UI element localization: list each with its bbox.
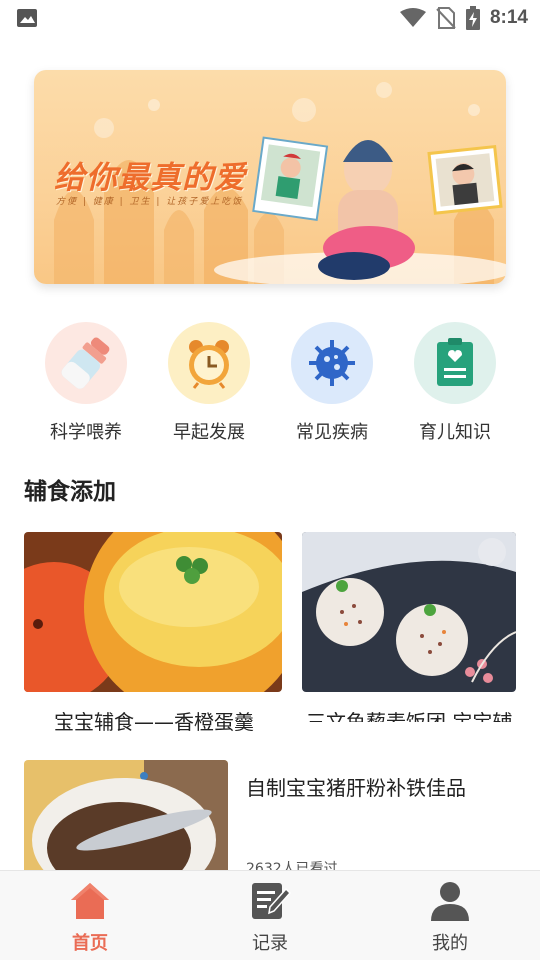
home-icon <box>71 883 109 919</box>
tab-records[interactable]: 记录 <box>210 879 330 955</box>
category-feeding[interactable]: 科学喂养 <box>31 322 141 444</box>
section-title: 辅食添加 <box>24 479 116 505</box>
tab-label: 首页 <box>72 933 108 954</box>
article-title: 自制宝宝猪肝粉补铁佳品 <box>246 776 466 800</box>
recipe-image <box>24 532 282 692</box>
status-time: 8:14 <box>489 7 528 28</box>
tab-label: 记录 <box>252 933 288 954</box>
recipe-image <box>302 532 516 692</box>
no-sim-icon <box>436 7 456 29</box>
promo-banner[interactable]: 给你最真的爱 方便 | 健康 | 卫生 | 让孩子爱上吃饭 <box>34 70 506 284</box>
article-list-item[interactable]: 自制宝宝猪肝粉补铁佳品 2632人已看过 <box>24 760 540 877</box>
tab-profile[interactable]: 我的 <box>390 879 510 955</box>
category-label: 常见疾病 <box>296 422 368 443</box>
banner-subtitle: 方便 | 健康 | 卫生 | 让孩子爱上吃饭 <box>56 197 244 207</box>
category-label: 早起发展 <box>173 422 245 443</box>
category-knowledge[interactable]: 育儿知识 <box>400 322 510 444</box>
recipe-title: 宝宝辅食——香橙蛋羹 <box>54 710 254 734</box>
recipe-card[interactable]: 宝宝辅食——香橙蛋羹 <box>24 532 282 734</box>
status-icons: 8:14 <box>399 5 528 31</box>
category-grid: 科学喂养 早起发展 常见疾病 育儿知识 <box>0 322 540 444</box>
edit-note-icon <box>252 883 292 919</box>
category-development[interactable]: 早起发展 <box>154 322 264 444</box>
wifi-icon <box>399 8 426 27</box>
tab-label: 我的 <box>432 933 468 954</box>
virus-icon <box>291 322 373 404</box>
banner-title: 给你最真的爱 <box>54 160 246 196</box>
recipe-card[interactable]: 三文鱼藜麦饭团 宝宝辅 <box>302 532 516 722</box>
article-image <box>24 760 228 872</box>
recipe-title: 三文鱼藜麦饭团 宝宝辅 <box>306 710 513 722</box>
user-icon <box>431 882 469 921</box>
gallery-notification-icon <box>17 9 37 27</box>
bottom-tab-bar: 首页 记录 我的 <box>0 870 540 960</box>
category-label: 育儿知识 <box>419 422 491 443</box>
status-bar: 8:14 <box>0 0 540 36</box>
baby-bottle-icon <box>45 322 127 404</box>
tab-home[interactable]: 首页 <box>30 879 150 955</box>
category-label: 科学喂养 <box>50 422 122 443</box>
battery-charging-icon <box>465 6 480 30</box>
category-diseases[interactable]: 常见疾病 <box>277 322 387 444</box>
clipboard-heart-icon <box>414 322 496 404</box>
alarm-clock-icon <box>168 322 250 404</box>
